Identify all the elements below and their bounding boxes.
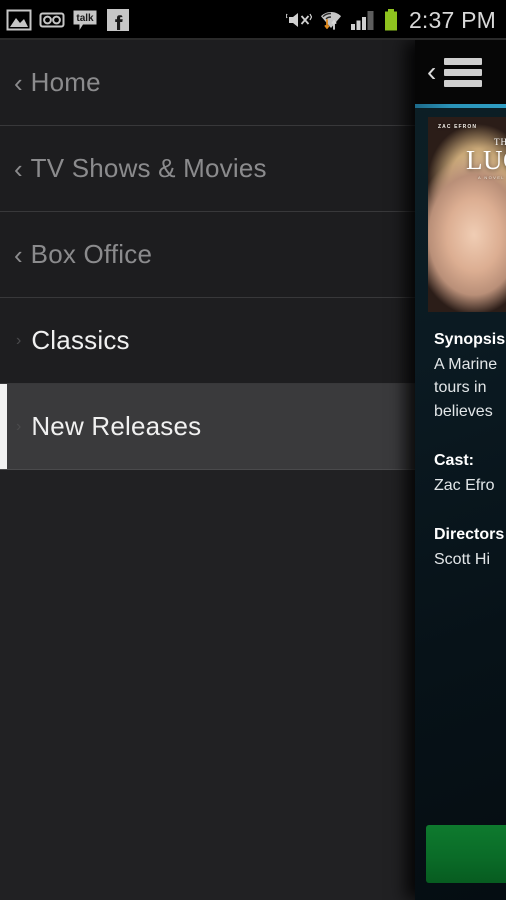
chevron-left-icon: ‹ (14, 67, 23, 98)
directors-heading: Directors (434, 526, 505, 544)
movie-poster[interactable]: ZAC EFRON TAY THE LUCKY A NOVEL FROM NIC… (428, 117, 506, 312)
poster-artwork: ZAC EFRON TAY THE LUCKY A NOVEL FROM NIC… (428, 117, 506, 312)
directors-line: Scott Hi (434, 551, 491, 569)
poster-tagline: A NOVEL FROM NICHOLAS SPARKS (478, 175, 506, 180)
chevron-left-icon: ‹ (14, 239, 23, 270)
status-bar: talk 2:37 PM (0, 0, 506, 40)
drawer-item-label: TV Shows & Movies (30, 153, 267, 183)
drawer-item-tv-shows-movies[interactable]: ‹ TV Shows & Movies (0, 126, 424, 212)
cast-heading: Cast: (434, 451, 475, 469)
header-accent-line (415, 104, 506, 108)
chevron-left-icon[interactable]: ‹ (427, 58, 436, 86)
gallery-icon (6, 9, 32, 31)
detail-header: ‹ (415, 40, 506, 104)
chevron-left-icon: ‹ (14, 153, 23, 184)
voicemail-icon (39, 12, 65, 28)
status-clock: 2:37 PM (408, 7, 496, 33)
system-status-icons: 2:37 PM (285, 7, 506, 33)
drawer-item-home[interactable]: ‹ Home (0, 40, 424, 126)
drawer-item-label: Box Office (30, 239, 153, 269)
talk-icon: talk (73, 10, 97, 30)
chevron-right-icon: › (16, 331, 22, 349)
chevron-right-icon: › (16, 417, 22, 435)
action-button[interactable] (426, 825, 506, 883)
drawer-item-label: Classics (31, 325, 130, 355)
facebook-icon (107, 9, 129, 31)
poster-title: LUCKY (466, 145, 506, 175)
synopsis-line: tours in (434, 379, 487, 397)
detail-panel: ‹ ZAC EFRON TAY THE LUCKY A NOVEL FROM N… (415, 40, 506, 900)
cast-line: Zac Efro (434, 476, 495, 494)
hamburger-bar (444, 79, 483, 87)
drawer-item-box-office[interactable]: ‹ Box Office (0, 212, 424, 298)
poster-credit-left: ZAC EFRON (438, 124, 478, 130)
mute-vibrate-icon (285, 13, 312, 27)
synopsis-line: believes (434, 402, 493, 420)
drawer-item-label: New Releases (31, 411, 202, 441)
synopsis-heading: Synopsis: (434, 331, 506, 348)
drawer-item-label: Home (30, 67, 101, 97)
synopsis-line: A Marine (434, 356, 498, 374)
hamburger-bar (444, 68, 483, 76)
hamburger-bar (444, 57, 483, 65)
selected-indicator (0, 384, 7, 469)
drawer-item-classics[interactable]: › Classics (0, 298, 424, 384)
navigation-drawer: ‹ Home ‹ TV Shows & Movies ‹ Box Office … (0, 40, 424, 900)
signal-icon (350, 11, 374, 30)
phone-screen: talk 2:37 PM ‹ Home ‹ TV Shows & Movies … (0, 0, 506, 900)
svg-text:talk: talk (76, 13, 94, 24)
wifi-icon (320, 12, 341, 30)
detail-body: Synopsis: A Marine tours in believes Cas… (415, 312, 506, 572)
notification-icons: talk (0, 7, 131, 33)
drawer-item-new-releases[interactable]: › New Releases (0, 384, 424, 470)
battery-icon (384, 9, 397, 31)
hamburger-menu-icon[interactable] (444, 57, 483, 87)
